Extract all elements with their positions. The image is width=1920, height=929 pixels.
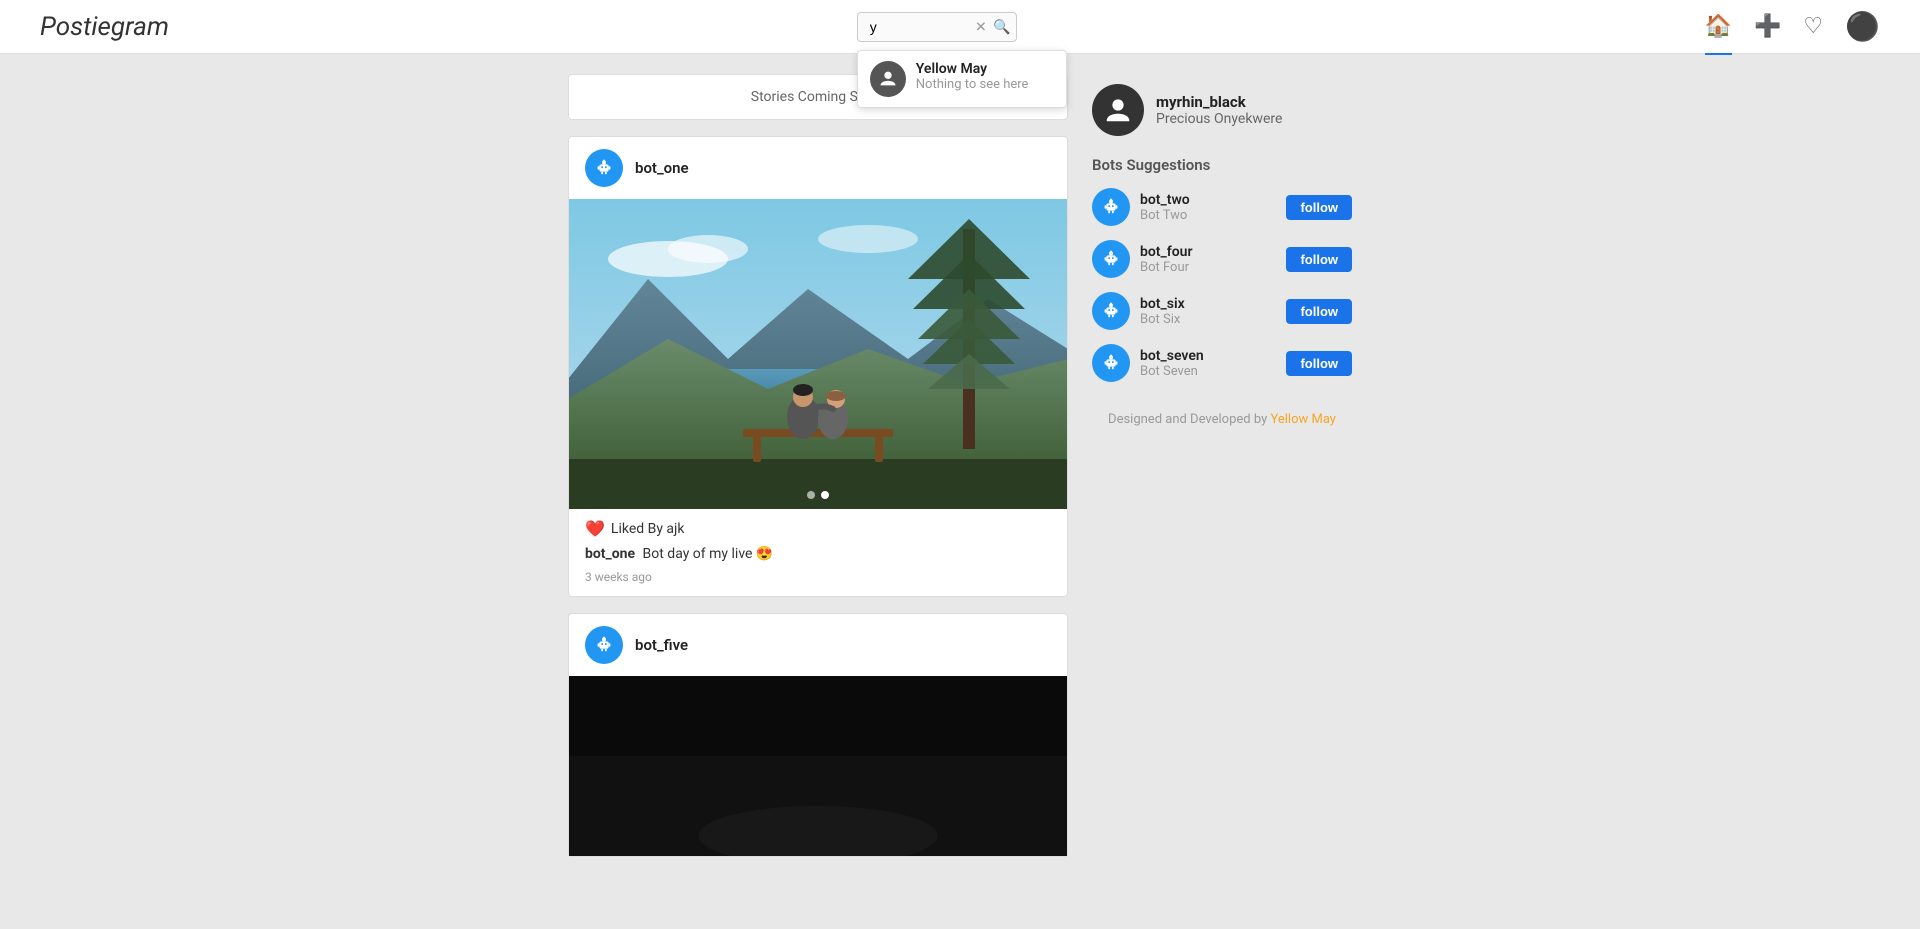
follow-button-3[interactable]: follow: [1286, 351, 1352, 376]
post-image: [569, 199, 1067, 509]
liked-by: ❤️ Liked By ajk: [585, 519, 1051, 538]
post-caption: bot_one Bot day of my live 😍: [569, 542, 1067, 566]
sidebar-username[interactable]: myrhin_black: [1156, 93, 1282, 111]
post-actions: ❤️ Liked By ajk: [569, 509, 1067, 542]
profile-icon[interactable]: ⚫: [1845, 10, 1880, 43]
sidebar-column: myrhin_black Precious Onyekwere Bots Sug…: [1092, 74, 1352, 873]
bot-username-1[interactable]: bot_four: [1140, 244, 1276, 260]
bot-displayname-2: Bot Six: [1140, 312, 1276, 327]
post-username-2[interactable]: bot_five: [635, 636, 688, 654]
search-result-item[interactable]: Yellow May Nothing to see here: [858, 51, 1066, 107]
bot-suggestion-1: bot_four Bot Four follow: [1092, 240, 1352, 278]
follow-button-2[interactable]: follow: [1286, 299, 1352, 324]
bot-displayname-0: Bot Two: [1140, 208, 1276, 223]
header: Postiegram ✕ 🔍 Yellow May Nothing to see…: [0, 0, 1920, 54]
bot-suggestion-info-3: bot_seven Bot Seven: [1140, 348, 1276, 379]
clear-search-button[interactable]: ✕: [975, 18, 987, 35]
home-icon[interactable]: 🏠: [1705, 14, 1732, 39]
logo: Postiegram: [40, 12, 169, 42]
footer-link[interactable]: Yellow May: [1270, 412, 1336, 427]
feed-column: Stories Coming Soon! bot_one: [568, 74, 1068, 873]
bot-displayname-1: Bot Four: [1140, 260, 1276, 275]
bot-suggestion-avatar-2: [1092, 292, 1130, 330]
bot-suggestion-avatar-3: [1092, 344, 1130, 382]
sidebar-user-info: myrhin_black Precious Onyekwere: [1156, 93, 1282, 127]
dot-2: [821, 491, 829, 499]
bot-suggestion-3: bot_seven Bot Seven follow: [1092, 344, 1352, 382]
liked-by-text: Liked By ajk: [611, 521, 685, 537]
post-avatar-2: [585, 626, 623, 664]
follow-button-0[interactable]: follow: [1286, 195, 1352, 220]
follow-button-1[interactable]: follow: [1286, 247, 1352, 272]
bot-displayname-3: Bot Seven: [1140, 364, 1276, 379]
bot-suggestion-info-2: bot_six Bot Six: [1140, 296, 1276, 327]
bot-suggestion-avatar-1: [1092, 240, 1130, 278]
search-dropdown: Yellow May Nothing to see here: [857, 50, 1067, 108]
bot-username-3[interactable]: bot_seven: [1140, 348, 1276, 364]
bot-username-2[interactable]: bot_six: [1140, 296, 1276, 312]
bot-suggestion-avatar-0: [1092, 188, 1130, 226]
search-button[interactable]: 🔍: [993, 18, 1010, 35]
image-dots: [807, 491, 829, 499]
post-header-2: bot_five: [569, 614, 1067, 676]
search-result-text: Yellow May Nothing to see here: [916, 61, 1029, 92]
bot-suggestion-2: bot_six Bot Six follow: [1092, 292, 1352, 330]
post-card-2: bot_five: [568, 613, 1068, 857]
active-underline: [1705, 53, 1732, 55]
dot-1: [807, 491, 815, 499]
search-result-avatar: [870, 61, 906, 97]
caption-user[interactable]: bot_one: [585, 546, 635, 562]
footer-credit: Designed and Developed by Yellow May: [1092, 412, 1352, 427]
bot-suggestion-info-0: bot_two Bot Two: [1140, 192, 1276, 223]
bot-suggestion-info-1: bot_four Bot Four: [1140, 244, 1276, 275]
heart-icon: ❤️: [585, 519, 605, 538]
search-container: ✕ 🔍 Yellow May Nothing to see here: [857, 12, 1017, 42]
bot-suggestion-0: bot_two Bot Two follow: [1092, 188, 1352, 226]
post-username[interactable]: bot_one: [635, 159, 689, 177]
add-icon[interactable]: ➕: [1754, 14, 1781, 39]
sidebar-avatar: [1092, 84, 1144, 136]
post-avatar: [585, 149, 623, 187]
footer-prefix: Designed and Developed by: [1108, 412, 1270, 427]
sidebar-fullname: Precious Onyekwere: [1156, 111, 1282, 127]
search-result-name: Yellow May: [916, 61, 1029, 77]
header-nav: 🏠 ➕ ♡ ⚫: [1705, 10, 1880, 43]
post-time: 3 weeks ago: [569, 566, 1067, 596]
bots-section-title: Bots Suggestions: [1092, 156, 1352, 174]
post-card: bot_one: [568, 136, 1068, 597]
main-layout: Stories Coming Soon! bot_one: [0, 54, 1920, 893]
post-header: bot_one: [569, 137, 1067, 199]
heart-icon[interactable]: ♡: [1803, 14, 1823, 39]
caption-text: Bot day of my live 😍: [643, 546, 774, 562]
post-image-dark: [569, 676, 1067, 856]
sidebar-user: myrhin_black Precious Onyekwere: [1092, 84, 1352, 136]
search-result-sub: Nothing to see here: [916, 77, 1029, 92]
bot-username-0[interactable]: bot_two: [1140, 192, 1276, 208]
